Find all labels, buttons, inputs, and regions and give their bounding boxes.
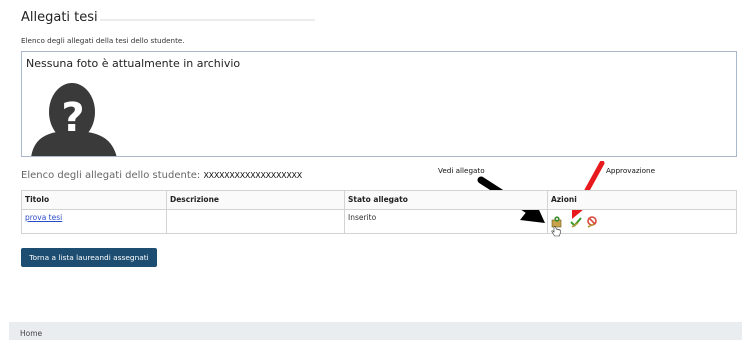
approve-icon[interactable] xyxy=(570,216,582,228)
svg-text:?: ? xyxy=(61,95,84,141)
page-title: Allegati tesi xyxy=(21,10,98,25)
table-row: prova tesi Inserito xyxy=(21,209,737,237)
student-name: XXXXXXXXXXXXXXXXXXX xyxy=(203,171,302,180)
annotation-approval-label: Approvazione xyxy=(606,166,656,175)
no-photo-message: Nessuna foto è attualmente in archivio xyxy=(26,57,241,70)
annotation-view-label: Vedi allegato xyxy=(438,166,485,175)
attachment-title-link[interactable]: prova tesi xyxy=(25,213,62,222)
title-underline xyxy=(100,19,315,21)
cell-descrizione xyxy=(166,209,345,234)
table-header-row: Titolo Descrizione Stato allegato Azioni xyxy=(21,190,737,210)
column-header-stato: Stato allegato xyxy=(344,190,548,210)
column-header-azioni: Azioni xyxy=(547,190,737,210)
column-header-titolo: Titolo xyxy=(21,190,167,210)
column-header-descrizione: Descrizione xyxy=(166,190,345,210)
page-subtitle: Elenco degli allegati della tesi dello s… xyxy=(21,36,185,45)
student-attachments-line: Elenco degli allegati dello studente: XX… xyxy=(21,170,302,181)
cell-titolo: prova tesi xyxy=(21,209,167,234)
footer-bar: Home xyxy=(9,322,742,340)
cell-azioni xyxy=(547,209,737,237)
user-silhouette-icon: ? xyxy=(31,83,117,156)
back-to-graduands-list-button[interactable]: Torna a lista laureandi assegnati xyxy=(21,248,157,267)
footer-home-link[interactable]: Home xyxy=(20,329,42,338)
student-attachments-label: Elenco degli allegati dello studente: xyxy=(21,170,201,181)
reject-icon[interactable] xyxy=(586,216,598,228)
attachments-table: Titolo Descrizione Stato allegato Azioni… xyxy=(21,190,737,237)
hand-cursor-icon xyxy=(551,226,561,237)
cell-stato: Inserito xyxy=(344,209,548,234)
student-photo-box: Nessuna foto è attualmente in archivio ? xyxy=(21,51,737,157)
